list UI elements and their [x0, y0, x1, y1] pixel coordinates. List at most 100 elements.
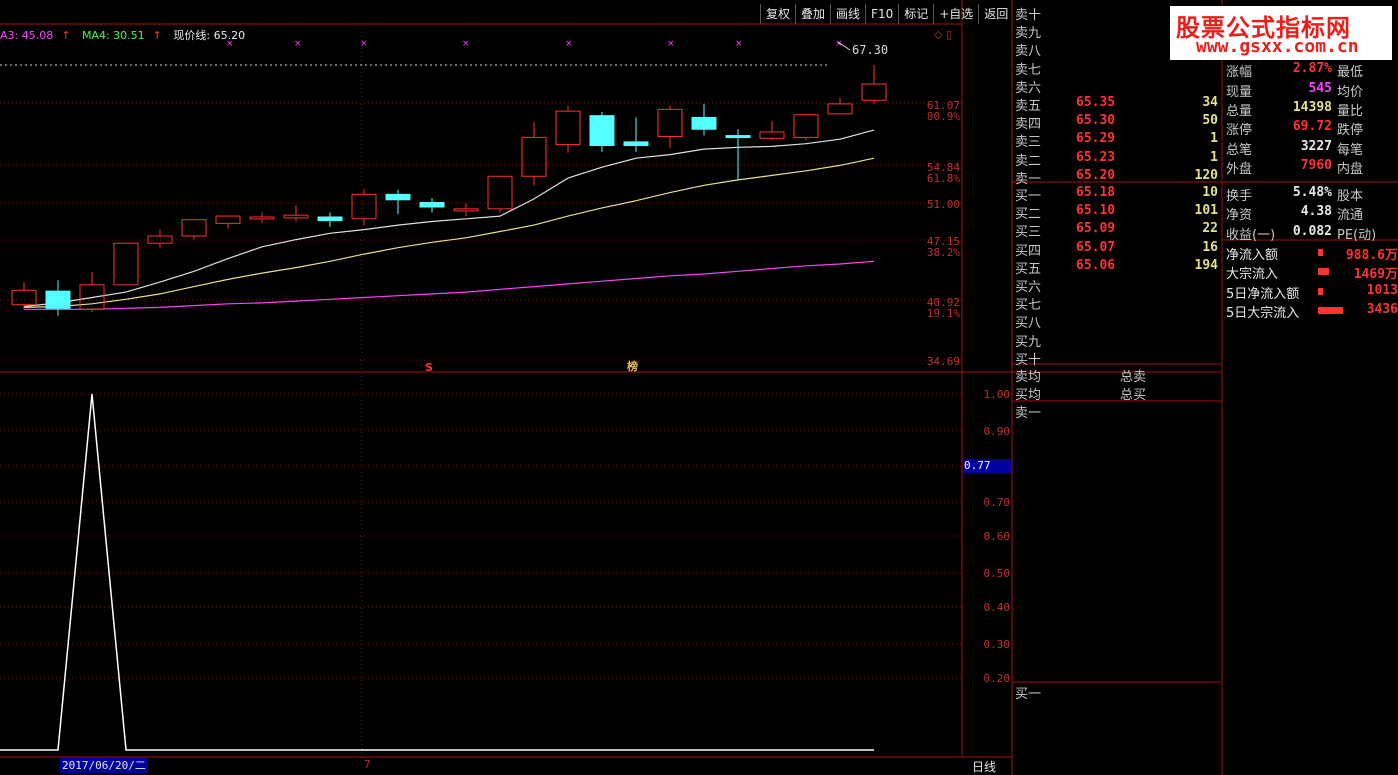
flow-label: 净流入额 [1226, 248, 1279, 263]
candle-up[interactable] [861, 65, 887, 104]
date-axis-label: 7 [364, 758, 371, 771]
price-axis-label: 34.69 [926, 355, 960, 368]
quote-label: 涨幅 [1226, 65, 1253, 81]
indicator-axis-label: 1.00 [983, 388, 1011, 401]
buy-level-label: 买九 [1015, 334, 1042, 350]
candle-down[interactable] [589, 112, 615, 152]
candle-down[interactable] [725, 129, 751, 180]
candle-body [861, 83, 887, 101]
price-grid [0, 24, 962, 372]
candle-down[interactable] [317, 212, 343, 227]
period-selector[interactable]: 日线 [972, 758, 996, 775]
candle-up[interactable] [453, 203, 479, 217]
quote-label: 外盘 [1226, 161, 1253, 177]
candle-up[interactable] [113, 242, 139, 286]
candle-body [215, 215, 241, 224]
buy-level-volume: 194 [1194, 257, 1218, 273]
candle-up[interactable] [215, 215, 241, 229]
indicator-axis-label: 0.70 [983, 496, 1011, 509]
fib-label: 80.9% [926, 110, 960, 123]
candle-up[interactable] [351, 188, 377, 226]
candle-body [283, 214, 309, 219]
quote-value: 545 [1308, 80, 1332, 96]
ma4-value: MA4: 30.51 [81, 29, 145, 42]
candle-up[interactable] [11, 282, 37, 310]
buy-level-label: 买七 [1015, 298, 1042, 314]
buy-level-price: 65.09 [1076, 221, 1116, 237]
event-marker: × [462, 39, 470, 49]
indicator-line [0, 393, 874, 751]
candle-body [181, 219, 207, 237]
add-favorite-button[interactable]: +自选 [933, 4, 978, 24]
sell-level-label: 卖九 [1015, 26, 1042, 42]
candle-up[interactable] [181, 219, 207, 240]
quote-label-2: 每笔 [1337, 142, 1364, 158]
back-button[interactable]: 返回 [978, 4, 1013, 24]
buy-level-volume: 16 [1202, 239, 1218, 255]
candle-up[interactable] [283, 205, 309, 222]
detail-buy1-label: 买一 [1015, 687, 1042, 702]
candle-up[interactable] [147, 229, 173, 248]
rank-event-icon[interactable]: 榜 [627, 358, 638, 374]
candle-down[interactable] [623, 117, 649, 152]
candle-body [45, 290, 71, 309]
candle-up[interactable] [487, 175, 513, 213]
buy-avg-label: 买均 [1015, 388, 1042, 403]
sell-level-price: 65.35 [1076, 95, 1116, 110]
flow-label: 大宗流入 [1226, 267, 1279, 283]
candle-down[interactable] [691, 103, 717, 136]
quote-label-2: 最低 [1337, 65, 1364, 81]
sell-level-label: 卖八 [1015, 44, 1042, 60]
sell-avg-label: 卖均 [1015, 370, 1042, 385]
sell-level-volume: 120 [1194, 167, 1218, 183]
quote-label-2: 股本 [1337, 189, 1364, 204]
candle-up[interactable] [759, 121, 785, 141]
cursor-date: 2017/06/20/二 [60, 758, 148, 773]
sell-level-price: 65.23 [1076, 149, 1116, 165]
candle-up[interactable] [555, 105, 581, 153]
buy-level-price: 65.10 [1076, 203, 1116, 219]
candle-up[interactable] [521, 121, 547, 186]
sell-level-label: 卖一 [1015, 171, 1042, 187]
quote-label-2: 跌停 [1337, 123, 1364, 139]
candle-up[interactable] [657, 105, 683, 149]
ma4-legend: MA4: 30.51 ↑ [82, 29, 162, 42]
panel-corner-icons[interactable]: ◇ ▯ [934, 28, 952, 41]
quote-value: 69.72 [1292, 119, 1332, 135]
sell-level-label: 卖六 [1015, 80, 1042, 96]
overlay-button[interactable]: 叠加 [795, 4, 830, 24]
flow-value: 3436 [1366, 301, 1398, 317]
candle-down[interactable] [419, 197, 445, 213]
s-event-icon[interactable]: S [425, 361, 433, 374]
buy-level-price: 65.18 [1076, 185, 1116, 200]
toolbar: 复权 叠加 画线 F10 标记 +自选 返回 [760, 4, 1013, 24]
candle-down[interactable] [45, 280, 71, 316]
event-marker: × [565, 39, 573, 49]
buy-level-label: 买三 [1015, 225, 1042, 241]
mark-button[interactable]: 标记 [898, 4, 933, 24]
candle-up[interactable] [249, 212, 275, 224]
candle-up[interactable] [79, 272, 105, 312]
draw-line-button[interactable]: 画线 [830, 4, 865, 24]
max-price-label: 67.30 [852, 43, 889, 57]
candle-body [827, 103, 853, 115]
buy-level-volume [1160, 312, 1218, 330]
candle-body [351, 193, 377, 220]
quote-label: 收益(一) [1226, 227, 1276, 243]
buy-level-label: 买五 [1015, 261, 1042, 277]
flow-label: 5日净流入额 [1226, 286, 1300, 302]
f10-button[interactable]: F10 [865, 4, 898, 24]
quote-value: 5.48% [1292, 185, 1332, 200]
sell-level-label: 卖四 [1015, 117, 1042, 133]
watermark-url: www.gsxx.com.cn [1196, 36, 1359, 57]
candle-body [317, 216, 343, 222]
candle-up[interactable] [827, 97, 853, 115]
candle-up[interactable] [793, 114, 819, 141]
candle-down[interactable] [385, 189, 411, 215]
fuquan-button[interactable]: 复权 [760, 4, 795, 24]
quote-label-2: 均价 [1337, 84, 1364, 100]
quote-label-2: 量比 [1337, 103, 1364, 119]
candle-body [521, 136, 547, 177]
candle-body [11, 289, 37, 306]
sell-level-price: 65.30 [1076, 113, 1116, 129]
